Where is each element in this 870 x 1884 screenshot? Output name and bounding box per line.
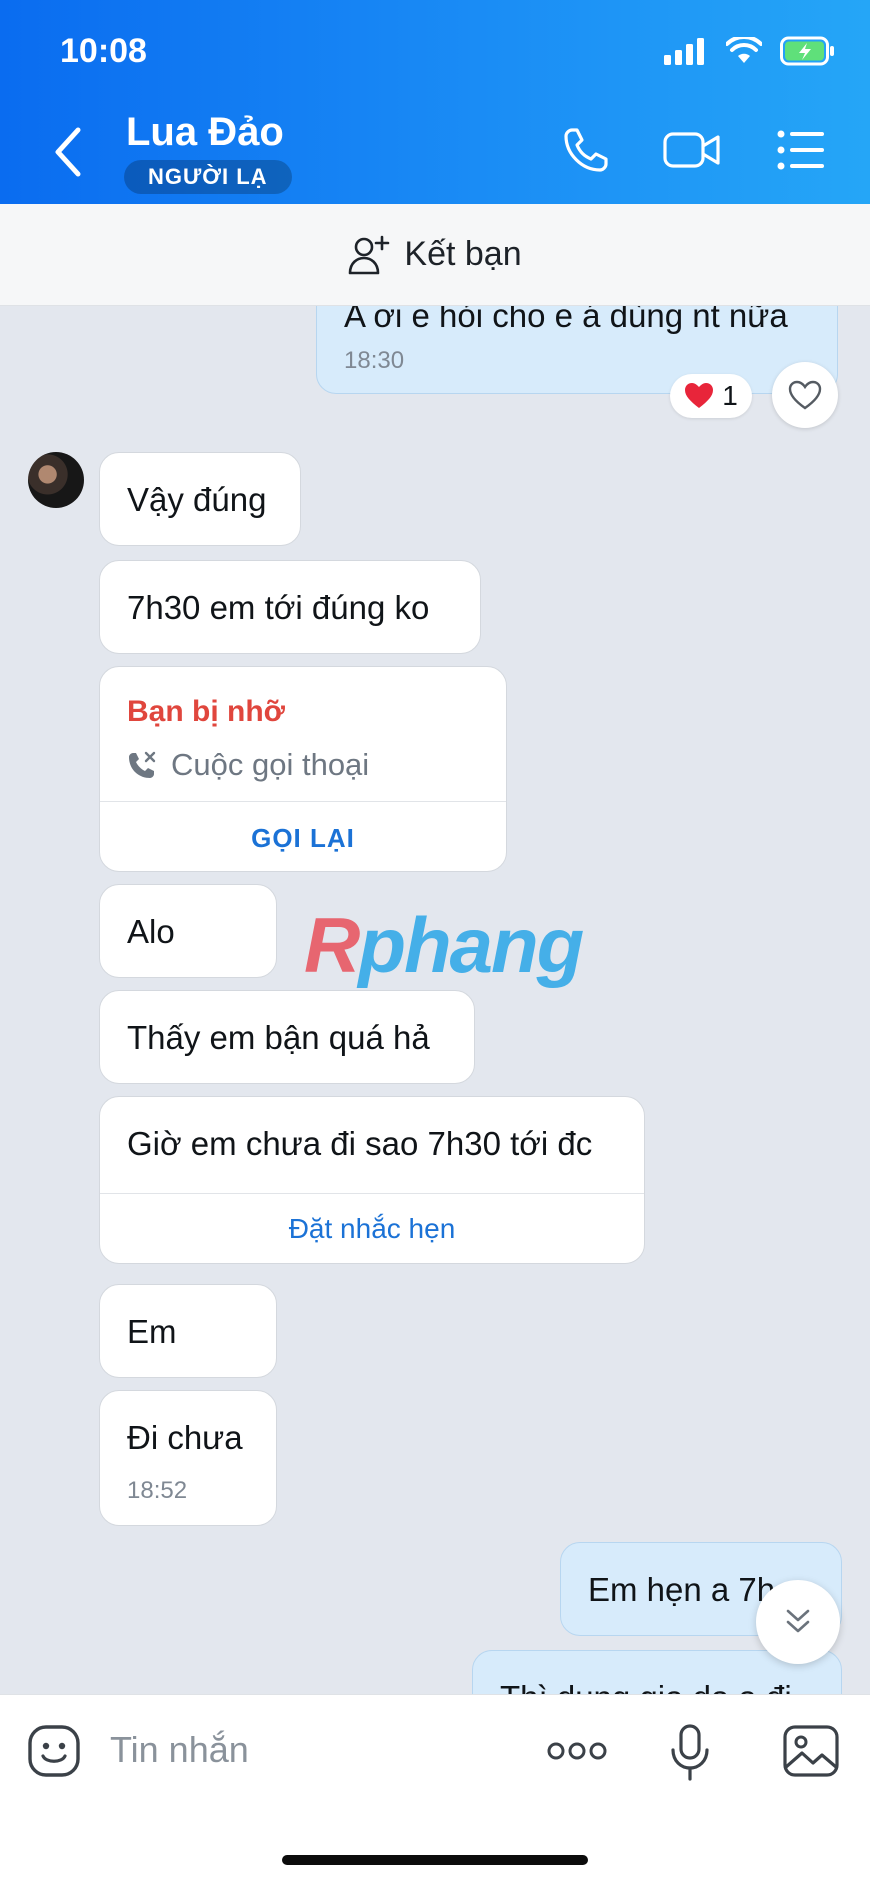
message-text: Đi chưa [127,1419,243,1456]
incoming-message[interactable]: Alo [99,884,277,978]
incoming-message[interactable]: Giờ em chưa đi sao 7h30 tới đc Đặt nhắc … [99,1096,645,1264]
sticker-icon[interactable] [26,1723,82,1779]
more-options-icon[interactable] [546,1739,608,1763]
reaction-count: 1 [722,380,738,411]
message-time: 18:30 [344,347,405,374]
react-button[interactable] [772,362,838,428]
call-back-button[interactable]: GỌI LẠI [100,823,506,854]
incoming-message[interactable]: Em [99,1284,277,1378]
message-input[interactable]: Tin nhắn [110,1729,249,1771]
video-call-icon[interactable] [662,126,722,174]
set-reminder-button[interactable]: Đặt nhắc hẹn [100,1213,644,1245]
scroll-to-bottom-button[interactable] [756,1580,840,1664]
message-text: Em hẹn a 7h [588,1571,776,1608]
watermark-rest: phang [358,901,584,989]
stranger-badge: NGƯỜI LẠ [124,160,292,194]
message-time: 18:52 [127,1477,188,1504]
battery-icon [780,36,834,66]
missed-call-icon [129,751,156,778]
missed-call-subtitle-row: Cuộc gọi thoại [127,747,369,783]
double-chevron-down-icon [786,1609,810,1633]
outgoing-message[interactable]: A ơi e hỏi cho e á dùng nt nữa 18:30 [316,306,838,394]
missed-call-card[interactable]: Bạn bị nhỡ Cuộc gọi thoại GỌI LẠI [99,666,507,872]
watermark-first: R [304,901,360,989]
heart-icon [685,383,714,408]
card-divider [100,801,506,802]
back-icon[interactable] [48,122,88,182]
message-text: 7h30 em tới đúng ko [127,589,430,626]
incoming-message[interactable]: Đi chưa 18:52 [99,1390,277,1526]
incoming-message[interactable]: Vậy đúng [99,452,301,546]
contact-name[interactable]: Lua Đảo [126,110,284,155]
message-list[interactable]: A ơi e hỏi cho e á dùng nt nữa 18:30 1 V… [0,306,870,1694]
image-gallery-icon[interactable] [782,1723,840,1779]
message-text: Giờ em chưa đi sao 7h30 tới đc [127,1125,593,1162]
avatar[interactable] [28,452,84,508]
message-text: Alo [127,913,175,950]
status-icons [664,36,836,66]
message-text: Thấy em bận quá hả [127,1019,430,1056]
message-text: Em [127,1313,177,1350]
card-divider [100,1193,644,1194]
missed-call-subtitle: Cuộc gọi thoại [171,747,370,782]
watermark-logo: Rphang [304,900,584,991]
add-friend-button[interactable]: Kết bạn [0,204,870,306]
add-friend-label: Kết bạn [404,235,522,273]
add-user-icon [349,235,390,274]
home-indicator [282,1855,588,1865]
heart-outline-icon [788,380,822,410]
incoming-message[interactable]: 7h30 em tới đúng ko [99,560,481,654]
reaction-badge[interactable]: 1 [670,374,752,418]
message-text: Vậy đúng [127,481,267,518]
message-text: Thì dung gia dạ a đi [500,1679,792,1694]
message-composer: Tin nhắn [0,1694,870,1884]
signal-icon [664,38,704,65]
chat-header: 10:08 Lua Đảo NGƯỜI LẠ [0,0,870,204]
missed-call-title: Bạn bị nhỡ [127,695,285,728]
wifi-icon [726,37,762,63]
menu-list-icon[interactable] [776,126,826,174]
message-text: A ơi e hỏi cho e á dùng nt nữa [344,306,788,334]
status-time: 10:08 [60,32,147,70]
microphone-icon[interactable] [670,1723,710,1783]
incoming-message[interactable]: Thấy em bận quá hả [99,990,475,1084]
phone-call-icon[interactable] [562,126,610,174]
